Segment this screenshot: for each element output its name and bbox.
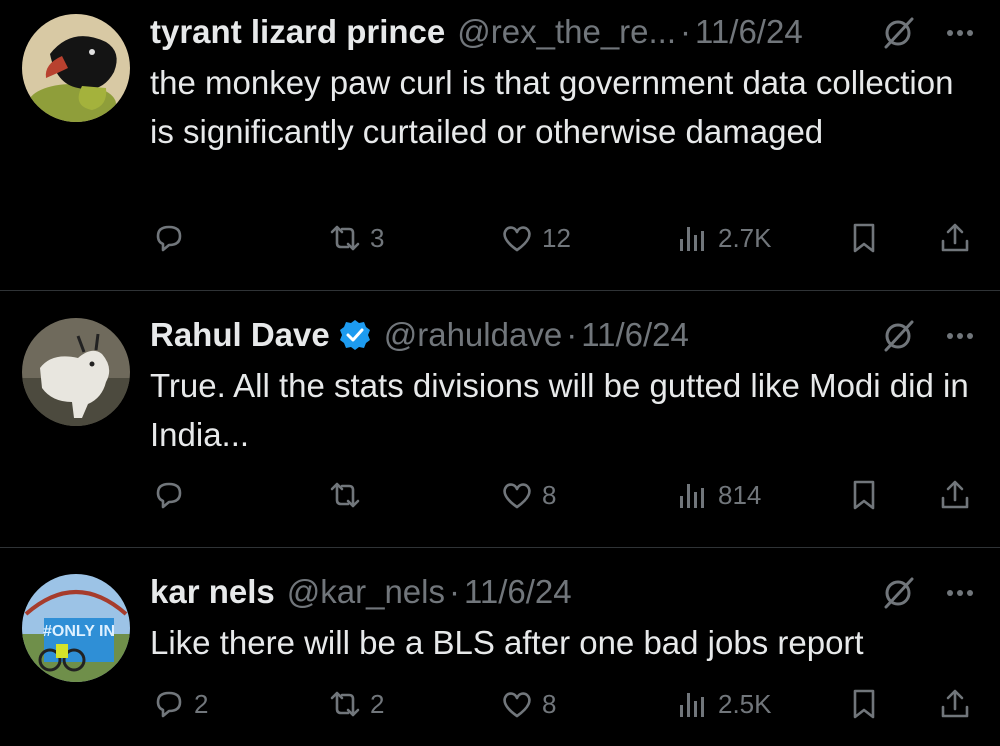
- reply-count: 2: [194, 688, 209, 719]
- like-button[interactable]: 12: [500, 218, 571, 258]
- tweet-header: Rahul Dave @rahuldave · 11/6/24: [150, 315, 689, 355]
- retweet-button[interactable]: 3: [328, 218, 384, 258]
- display-name[interactable]: tyrant lizard prince: [150, 13, 445, 51]
- views-count: 2.5K: [718, 688, 772, 719]
- tweet-1[interactable]: tyrant lizard prince @rex_the_re... · 11…: [0, 0, 1000, 290]
- like-icon: [503, 226, 531, 252]
- separator-dot: ·: [566, 316, 578, 353]
- views-icon: [680, 484, 704, 508]
- retweet-button[interactable]: 2: [328, 684, 384, 724]
- display-name[interactable]: kar nels: [150, 573, 275, 611]
- avatar[interactable]: [22, 14, 130, 122]
- tweet-2[interactable]: Rahul Dave @rahuldave · 11/6/24 True. Al…: [0, 291, 1000, 548]
- like-button[interactable]: 8: [500, 475, 556, 515]
- reply-icon: [156, 482, 182, 509]
- like-button[interactable]: 8: [500, 684, 556, 724]
- retweet-count: 2: [370, 688, 385, 719]
- more-icon[interactable]: [942, 15, 978, 51]
- like-count: 12: [542, 222, 571, 253]
- more-icon[interactable]: [942, 318, 978, 354]
- views-button[interactable]: 2.7K: [676, 218, 772, 258]
- reply-button[interactable]: 2: [152, 684, 208, 724]
- reply-icon: [156, 225, 182, 252]
- share-icon: [941, 689, 969, 718]
- verified-badge-icon: [338, 318, 372, 352]
- retweet-button[interactable]: [328, 475, 370, 515]
- views-button[interactable]: 814: [676, 475, 761, 515]
- grok-icon[interactable]: [880, 318, 916, 354]
- tweet-text: Like there will be a BLS after one bad j…: [150, 624, 864, 661]
- views-count: 2.7K: [718, 222, 772, 253]
- reply-icon: [156, 691, 182, 718]
- like-count: 8: [542, 688, 557, 719]
- like-icon: [503, 692, 531, 718]
- separator-dot: ·: [680, 13, 692, 50]
- share-icon: [941, 480, 969, 509]
- like-count: 8: [542, 479, 557, 510]
- retweet-count: 3: [370, 222, 385, 253]
- views-count: 814: [718, 479, 762, 510]
- tweet-3[interactable]: #ONLY IN kar nels @kar_nels · 11/6/24 Li…: [0, 548, 1000, 746]
- share-button[interactable]: [938, 218, 972, 258]
- bookmark-icon: [853, 223, 875, 253]
- tweet-text: True. All the stats divisions will be gu…: [150, 367, 969, 453]
- user-handle[interactable]: @rahuldave: [384, 316, 562, 354]
- more-icon[interactable]: [942, 575, 978, 611]
- timestamp[interactable]: 11/6/24: [581, 316, 689, 354]
- retweet-icon: [330, 225, 360, 251]
- separator-dot: ·: [448, 573, 460, 610]
- avatar[interactable]: [22, 318, 130, 426]
- share-button[interactable]: [938, 475, 972, 515]
- bookmark-button[interactable]: [847, 475, 881, 515]
- avatar[interactable]: #ONLY IN: [22, 574, 130, 682]
- share-icon: [941, 223, 969, 252]
- timestamp[interactable]: 11/6/24: [464, 573, 572, 611]
- share-button[interactable]: [938, 684, 972, 724]
- retweet-icon: [330, 482, 360, 508]
- avatar-sign-text: #ONLY IN: [43, 623, 115, 640]
- views-icon: [680, 693, 704, 717]
- views-icon: [680, 227, 704, 251]
- user-handle[interactable]: @rex_the_re...: [457, 13, 676, 51]
- reply-button[interactable]: [152, 475, 194, 515]
- tweet-header: tyrant lizard prince @rex_the_re... · 11…: [150, 12, 803, 52]
- tweet-text: the monkey paw curl is that government d…: [150, 64, 954, 150]
- reply-button[interactable]: [152, 218, 194, 258]
- timestamp[interactable]: 11/6/24: [695, 13, 803, 51]
- bookmark-icon: [853, 480, 875, 510]
- views-button[interactable]: 2.5K: [676, 684, 772, 724]
- tweet-header: kar nels @kar_nels · 11/6/24: [150, 572, 572, 612]
- grok-icon[interactable]: [880, 15, 916, 51]
- like-icon: [503, 483, 531, 509]
- user-handle[interactable]: @kar_nels: [287, 573, 445, 611]
- bookmark-button[interactable]: [847, 684, 881, 724]
- bookmark-button[interactable]: [847, 218, 881, 258]
- bookmark-icon: [853, 689, 875, 719]
- retweet-icon: [330, 691, 360, 717]
- display-name[interactable]: Rahul Dave: [150, 316, 330, 354]
- grok-icon[interactable]: [880, 575, 916, 611]
